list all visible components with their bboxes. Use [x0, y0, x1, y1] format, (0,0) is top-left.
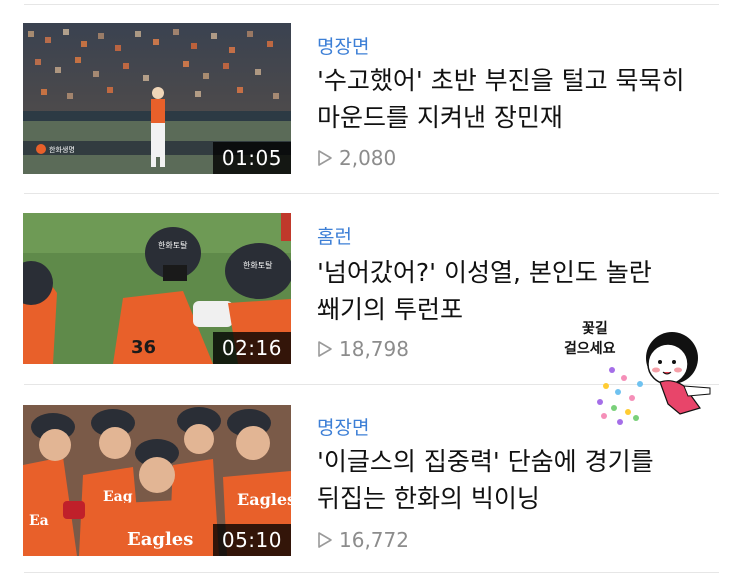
- top-divider: [24, 4, 719, 5]
- video-title[interactable]: '넘어갔어?' 이성열, 본인도 놀란 쐐기의 투런포: [317, 254, 717, 328]
- flower-path-sticker: 꽃길 걸으세요: [560, 318, 740, 428]
- view-count: 2,080: [317, 146, 396, 170]
- svg-text:Eagles: Eagles: [237, 490, 291, 509]
- item-divider: [24, 572, 719, 573]
- video-title[interactable]: '이글스의 집중력' 단숨에 경기를 뒤집는 한화의 빅이닝: [317, 443, 717, 517]
- view-count: 16,772: [317, 528, 409, 552]
- svg-text:Eagles: Eagles: [127, 529, 193, 550]
- view-count: 18,798: [317, 337, 409, 361]
- video-category[interactable]: 홈런: [317, 222, 352, 249]
- video-thumbnail[interactable]: 한화생명 01:05: [23, 23, 291, 174]
- view-count-value: 2,080: [339, 146, 397, 170]
- item-divider: [24, 193, 719, 194]
- play-outline-icon: [318, 341, 332, 357]
- video-category[interactable]: 명장면: [317, 413, 369, 440]
- video-duration: 02:16: [212, 332, 291, 364]
- video-duration: 01:05: [212, 142, 291, 174]
- video-thumbnail[interactable]: Ea Eag Eagles Eagles 05:10: [23, 405, 291, 556]
- svg-text:한화토탈: 한화토탈: [243, 260, 273, 270]
- svg-text:한화토탈: 한화토탈: [158, 240, 188, 250]
- svg-text:Eag: Eag: [103, 489, 133, 505]
- video-thumbnail[interactable]: 한화토탈 36 한화토탈 02:16: [23, 213, 291, 364]
- view-count-value: 18,798: [339, 337, 409, 361]
- girl-character-icon: [597, 332, 711, 425]
- play-outline-icon: [318, 150, 332, 166]
- video-category[interactable]: 명장면: [317, 32, 369, 59]
- view-count-value: 16,772: [339, 528, 409, 552]
- svg-text:Ea: Ea: [29, 513, 49, 529]
- svg-text:한화생명: 한화생명: [49, 145, 75, 154]
- video-title[interactable]: '수고했어' 초반 부진을 털고 묵묵히 마운드를 지켜낸 장민재: [317, 62, 717, 136]
- play-outline-icon: [318, 532, 332, 548]
- svg-text:36: 36: [131, 337, 156, 358]
- video-duration: 05:10: [212, 524, 291, 556]
